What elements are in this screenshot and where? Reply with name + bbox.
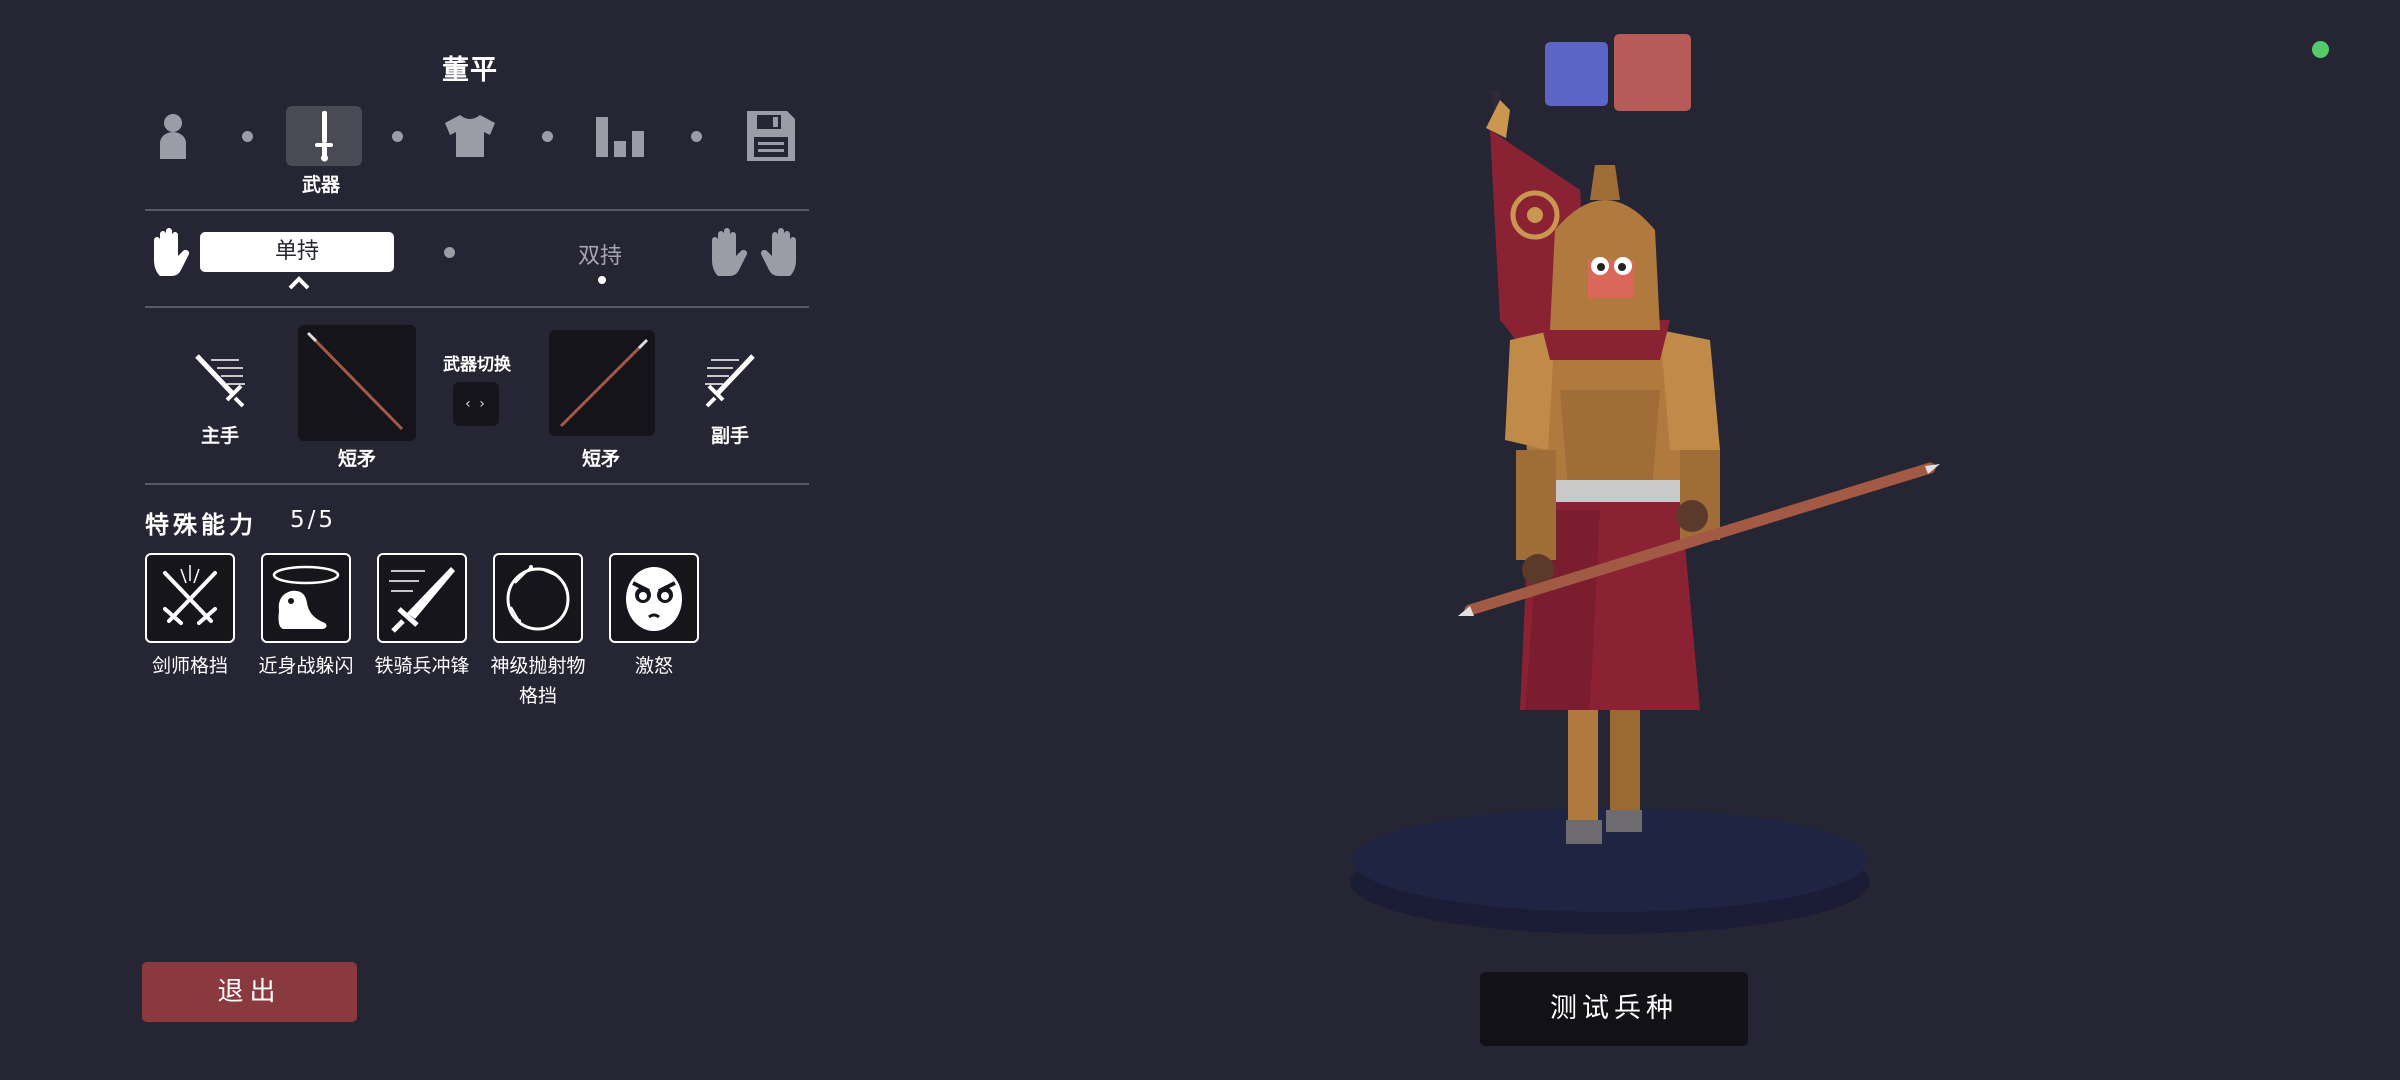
main-weapon-slot[interactable] (298, 325, 416, 441)
ability-name: 近身战躲闪 (258, 655, 354, 677)
grip-separator (444, 247, 455, 258)
exit-button[interactable]: 退出 (142, 962, 357, 1022)
weapon-swap-title: 武器切换 (443, 355, 511, 375)
tab-separator (242, 131, 253, 142)
ability-name: 剑师格挡 (151, 655, 228, 677)
unit-name: 董平 (442, 55, 498, 86)
divider (145, 483, 809, 485)
main-hand-label: 主手 (200, 425, 239, 447)
person-icon (160, 114, 186, 159)
abilities-count: 5/5 (290, 507, 337, 533)
angry-face-icon (609, 553, 699, 643)
test-unit-button[interactable]: 测试兵种 (1480, 972, 1748, 1046)
tab-save[interactable] (733, 106, 809, 166)
single-hand-icon (150, 226, 194, 284)
divider (145, 209, 809, 211)
ability-item[interactable]: 神级抛射物 格挡 (490, 553, 586, 711)
off-hand-icon (703, 352, 757, 414)
charging-sword-icon (377, 553, 467, 643)
spear-icon (559, 338, 649, 428)
weapon-swap-button[interactable]: ‹ › (453, 382, 499, 426)
tab-separator (691, 131, 702, 142)
tab-separator (392, 131, 403, 142)
ability-item[interactable]: 激怒 (609, 553, 699, 681)
grip-single-option[interactable]: 单持 (200, 232, 394, 272)
ability-name: 神级抛射物 格挡 (490, 655, 586, 707)
ability-item[interactable]: 剑师格挡 (145, 553, 235, 681)
ability-name: 铁骑兵冲锋 (374, 655, 470, 677)
main-hand-icon (193, 352, 247, 414)
main-weapon-name: 短矛 (337, 448, 376, 470)
off-weapon-slot[interactable] (549, 330, 655, 436)
spear-icon (306, 331, 404, 431)
tab-separator (542, 131, 553, 142)
projectile-block-icon (493, 553, 583, 643)
floppy-disk-icon (747, 111, 795, 161)
tab-character[interactable] (135, 106, 211, 166)
double-hand-icon (708, 226, 800, 284)
dodge-icon (261, 553, 351, 643)
sword-icon (315, 111, 333, 162)
shirt-icon (445, 115, 495, 157)
grip-indicator-dot (598, 276, 606, 284)
off-weapon-name: 短矛 (581, 448, 620, 470)
off-hand-label: 副手 (710, 425, 749, 447)
divider (145, 306, 809, 308)
abilities-title: 特殊能力 (145, 511, 257, 539)
tab-stats[interactable] (582, 106, 658, 166)
unit-preview[interactable] (1340, 70, 1960, 954)
grip-double-option[interactable]: 双持 (560, 238, 640, 270)
ability-name: 激怒 (634, 655, 673, 677)
bar-chart-icon (596, 117, 644, 157)
ability-item[interactable]: 近身战躲闪 (258, 553, 354, 681)
selection-caret-icon (287, 275, 311, 295)
tab-clothing[interactable] (432, 106, 508, 166)
ability-item[interactable]: 铁骑兵冲锋 (374, 553, 470, 681)
status-indicator (2312, 41, 2329, 58)
tab-weapons-label: 武器 (301, 174, 340, 196)
tab-weapons[interactable] (286, 106, 362, 166)
crossed-swords-icon (145, 553, 235, 643)
